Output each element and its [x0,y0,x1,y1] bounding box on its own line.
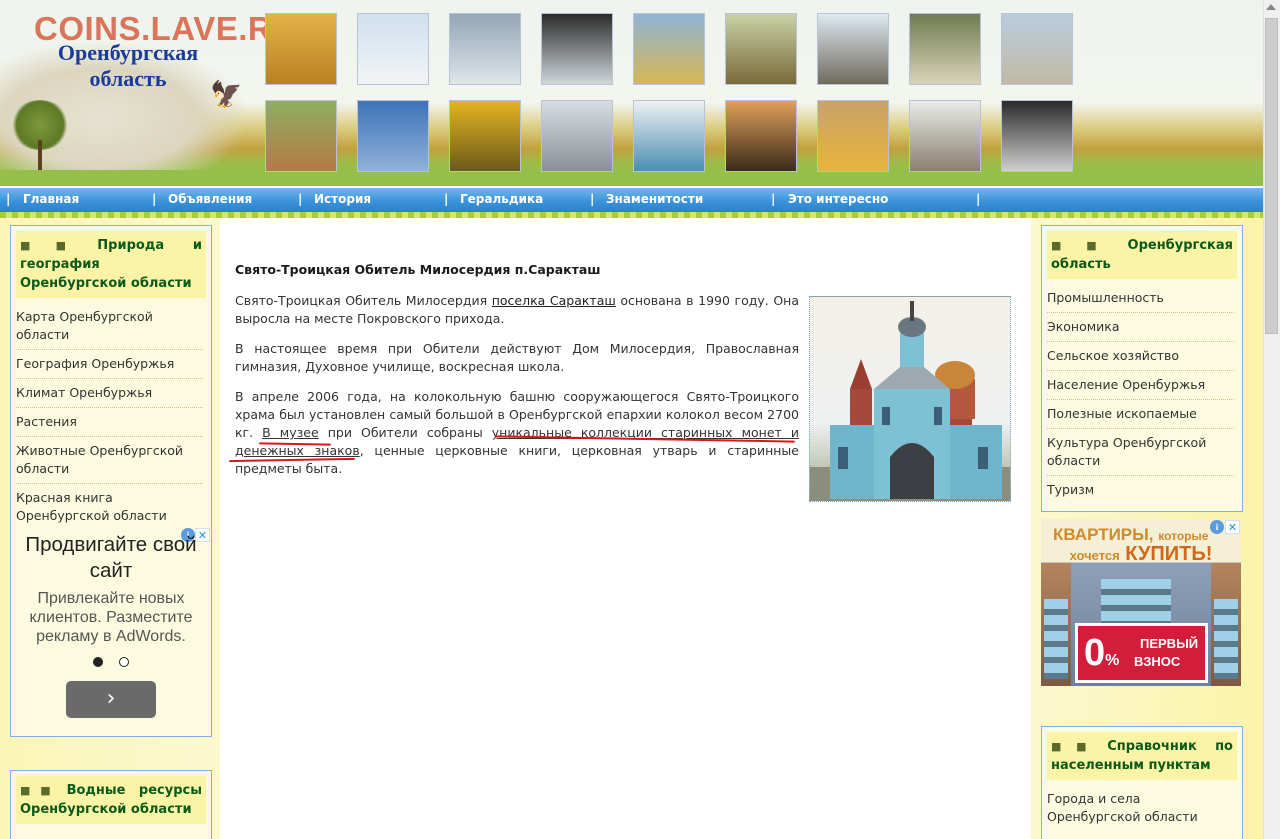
right-menu-box-title: ■■ Справочник по населенным пунктам [1047,732,1237,780]
nav-item-heraldry[interactable]: Геральдика [460,192,543,210]
menu-item-plants[interactable]: Растения [16,408,203,437]
ad-text[interactable]: Привлекайте новых клиентов. Разместите р… [11,589,211,646]
bullet-icon: ■■ [20,784,61,797]
left-menu-box-water: ■■ Водные ресурсы Оренбургской области [10,770,212,839]
header-thumbnail-wheat[interactable] [265,13,337,85]
header-thumbnail-mosque[interactable] [1001,13,1073,85]
church-photo [809,296,1011,502]
scroll-up-icon[interactable] [1266,4,1276,10]
site-header: 🦅 COINS.LAVE.RU Оренбургская область [0,0,1263,186]
menu-item-animals[interactable]: Животные Оренбургской области [16,437,203,484]
ad-promo-badge[interactable]: 0% ПЕРВЫЙ ВЗНОС [1075,623,1208,683]
header-thumbnail-lace-shawl[interactable] [1001,100,1073,172]
nav-separator: | [152,192,157,206]
nav-separator: | [444,192,449,206]
header-thumbnail-cheese[interactable] [817,100,889,172]
ad-windows-graphic [1044,599,1068,679]
nav-item-celebrities[interactable]: Знаменитости [606,192,703,210]
article-paragraph: В апреле 2006 года, на колокольную башню… [235,389,800,476]
ad-windows-graphic [1214,599,1238,679]
right-banner-ad[interactable]: КВАРТИРЫ, которые хочется КУПИТЬ! 0% ПЕР… [1041,519,1241,686]
header-thumbnail-steppe-field[interactable] [633,13,705,85]
article-title: Свято-Троицкая Обитель Милосердия п.Сара… [235,262,601,277]
scrollbar-thumb[interactable] [1265,18,1278,334]
menu-item-population[interactable]: Население Оренбуржья [1047,371,1234,400]
region-title: Оренбургская область [57,40,199,91]
right-menu-box-directory: ■■ Справочник по населенным пунктам Город… [1041,726,1243,839]
header-thumbnail-camel[interactable] [725,100,797,172]
ad-dot[interactable] [119,657,129,667]
article-paragraph: Свято-Троицкая Обитель Милосердия поселк… [235,293,799,326]
ad-next-button[interactable]: › [66,681,156,718]
menu-item-map[interactable]: Карта Оренбургской области [16,303,203,350]
ad-promo-line2: ВЗНОС [1134,654,1181,669]
header-thumbnail-church-blue[interactable] [633,100,705,172]
nav-separator: | [976,192,981,206]
bullet-icon: ■■ [1051,740,1102,753]
saraktash-link[interactable]: поселка Саракташ [492,293,616,308]
ad-headline[interactable]: Продвигайте свой сайт [11,532,211,584]
ad-promo-value: 0% [1084,632,1120,674]
menu-item-red-book[interactable]: Красная книга Оренбургской области [16,484,203,530]
nav-item-home[interactable]: Главная [23,192,79,210]
header-thumbnail-swan[interactable] [449,13,521,85]
article-paragraph: В настоящее время при Обители действуют … [235,341,799,374]
left-menu-box-title: ■■ Водные ресурсы Оренбургской области [16,776,206,824]
nav-separator: | [771,192,776,206]
ad-dot-active[interactable] [93,657,103,667]
tree-trunk-graphic [38,140,42,170]
header-thumbnail-sunflowers[interactable] [449,100,521,172]
nav-separator: | [298,192,303,206]
header-thumbnail-hunter[interactable] [725,13,797,85]
bullet-icon: ■■ [1051,239,1122,252]
header-thumbnail-stone-stacks[interactable] [909,100,981,172]
menu-item-minerals[interactable]: Полезные ископаемые [1047,400,1234,429]
ad-title-line1[interactable]: КВАРТИРЫ, которые [1053,525,1208,545]
museum-text: В музее [262,425,319,440]
menu-item-culture[interactable]: Культура Оренбургской области [1047,429,1234,476]
menu-item-towns[interactable]: Города и села Оренбургской области [1047,785,1234,831]
menu-item-climate[interactable]: Климат Оренбуржья [16,379,203,408]
header-thumbnail-salt-crystals[interactable] [541,13,613,85]
bullet-icon: ■■ [20,239,92,252]
header-thumbnail-cathedral[interactable] [817,13,889,85]
main-nav: | Главная | Объявления | История | Герал… [0,186,1263,218]
menu-item-tourism[interactable]: Туризм [1047,476,1234,504]
header-thumbnail-tulips[interactable] [909,13,981,85]
header-thumbnail-shawl-woman[interactable] [357,13,429,85]
ad-pagination [91,657,131,669]
ad-title-line2[interactable]: хочется КУПИТЬ! [1043,543,1239,566]
ad-close-icon[interactable]: ✕ [1225,520,1240,534]
header-thumbnail-city-model[interactable] [541,100,613,172]
nav-item-interesting[interactable]: Это интересно [788,192,888,210]
right-menu-box-title: ■■ Оренбургская область [1047,231,1237,279]
left-adwords-ad[interactable]: i ✕ Продвигайте свой сайт Привлекайте но… [11,527,211,725]
right-menu-box-region: ■■ Оренбургская область Промышленность Эк… [1041,225,1243,512]
menu-item-geography[interactable]: География Оренбуржья [16,350,203,379]
nav-item-history[interactable]: История [314,192,371,210]
church-icon [810,301,1010,501]
nav-separator: | [6,192,11,206]
ad-promo-line1: ПЕРВЫЙ [1140,636,1199,651]
menu-item-economy[interactable]: Экономика [1047,313,1234,342]
menu-item-agriculture[interactable]: Сельское хозяйство [1047,342,1234,371]
left-menu-box-title: ■■ Природа и география Оренбургской облас… [16,231,206,298]
nav-separator: | [590,192,595,206]
header-thumbnail-cow[interactable] [265,100,337,172]
nav-item-ads[interactable]: Объявления [168,192,252,210]
ad-windows-graphic [1101,579,1171,623]
ad-info-icon[interactable]: i [1210,520,1224,534]
header-thumbnail-oil-pump[interactable] [357,100,429,172]
menu-item-industry[interactable]: Промышленность [1047,284,1234,313]
